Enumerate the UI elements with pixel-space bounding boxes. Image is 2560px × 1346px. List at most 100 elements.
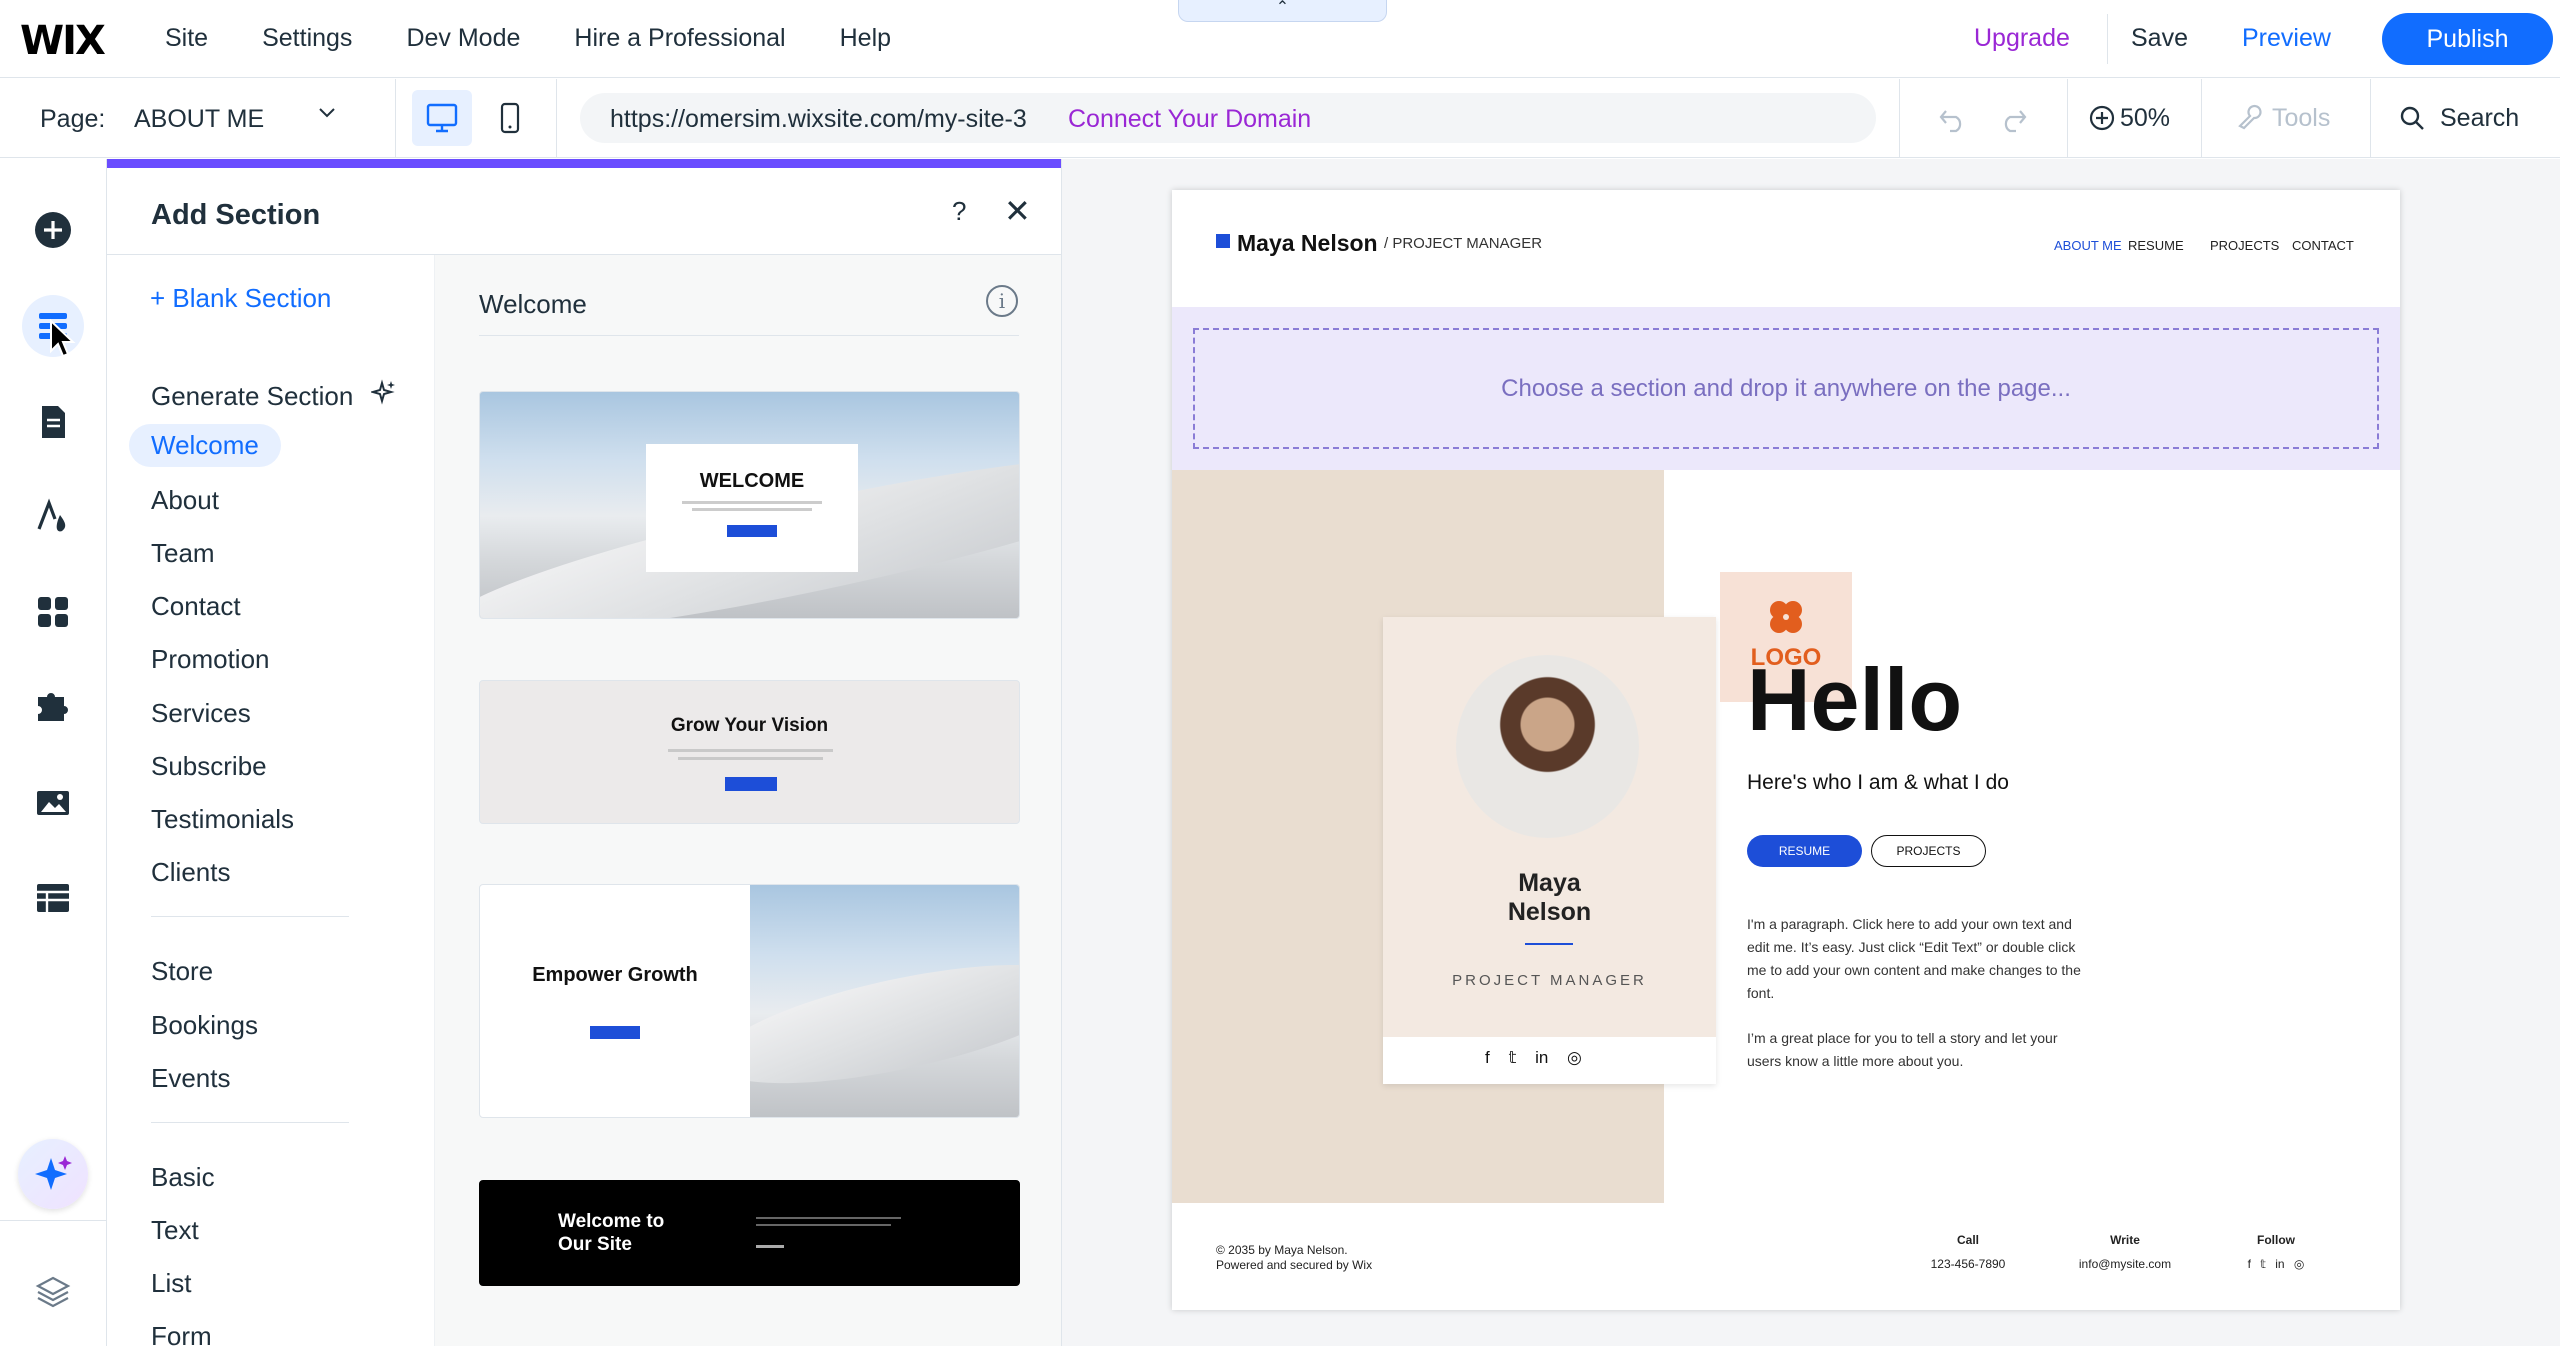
- category-basic[interactable]: Basic: [151, 1162, 215, 1193]
- category-testimonials[interactable]: Testimonials: [151, 804, 294, 835]
- site-nav-resume[interactable]: RESUME: [2128, 238, 2184, 253]
- mobile-icon: [500, 102, 520, 134]
- category-about[interactable]: About: [151, 485, 219, 516]
- page-selector[interactable]: ABOUT ME: [134, 105, 264, 134]
- mouse-cursor-icon: [50, 319, 76, 358]
- site-nav-contact[interactable]: CONTACT: [2292, 238, 2354, 253]
- ai-assistant-button[interactable]: [18, 1139, 88, 1209]
- template-empower-growth[interactable]: Empower Growth: [479, 884, 1020, 1118]
- generate-section-label: Generate Section: [151, 381, 354, 411]
- flower-logo-icon: [1770, 601, 1802, 633]
- editor-toolbar: Page: ABOUT ME https://omersim.wixsite.c…: [0, 79, 2560, 158]
- category-welcome[interactable]: Welcome: [129, 424, 281, 467]
- template-welcome[interactable]: WELCOME: [479, 391, 1020, 619]
- footer-social-icons[interactable]: f 𝕥 in ◎: [2248, 1257, 2305, 1271]
- info-icon[interactable]: i: [986, 285, 1018, 317]
- hero-subheading[interactable]: Here's who I am & what I do: [1747, 771, 2009, 795]
- close-icon[interactable]: ✕: [1004, 192, 1031, 230]
- add-elements-button[interactable]: [22, 199, 84, 261]
- projects-button[interactable]: PROJECTS: [1871, 835, 1986, 867]
- footer-follow-label: Follow: [2257, 1233, 2295, 1247]
- generate-section-button[interactable]: Generate Section: [151, 379, 397, 412]
- category-events[interactable]: Events: [151, 1063, 231, 1094]
- search-icon: [2400, 106, 2424, 130]
- category-list[interactable]: List: [151, 1268, 191, 1299]
- category-team[interactable]: Team: [151, 538, 215, 569]
- paragraph-1[interactable]: I'm a paragraph. Click here to add your …: [1747, 913, 2082, 1005]
- profile-card[interactable]: Maya Nelson PROJECT MANAGER f 𝕥 in ◎: [1383, 617, 1716, 1084]
- mobile-view-button[interactable]: [488, 90, 532, 146]
- site-url-bar[interactable]: https://omersim.wixsite.com/my-site-3 Co…: [580, 93, 1876, 143]
- undo-icon[interactable]: [1936, 101, 1970, 143]
- divider: [2107, 14, 2108, 64]
- preview-button[interactable]: Preview: [2242, 24, 2331, 53]
- category-text[interactable]: Text: [151, 1215, 199, 1246]
- pages-button[interactable]: [22, 391, 84, 453]
- footer-call-value[interactable]: 123-456-7890: [1931, 1257, 2006, 1271]
- category-form[interactable]: Form: [151, 1321, 212, 1346]
- site-page: Maya Nelson / PROJECT MANAGER ABOUT ME R…: [1172, 190, 2400, 1310]
- menu-dev-mode[interactable]: Dev Mode: [406, 24, 520, 53]
- redo-icon[interactable]: [1996, 101, 2030, 143]
- hero-heading[interactable]: Hello: [1747, 650, 1962, 750]
- connect-domain-link[interactable]: Connect Your Domain: [1068, 105, 1311, 134]
- template-text-line: [678, 757, 823, 760]
- template-text-line: [668, 749, 833, 752]
- footer-write-value[interactable]: info@mysite.com: [2079, 1257, 2171, 1271]
- editor-canvas: Maya Nelson / PROJECT MANAGER ABOUT ME R…: [1062, 159, 2560, 1346]
- category-subscribe[interactable]: Subscribe: [151, 751, 267, 782]
- media-button[interactable]: [22, 772, 84, 834]
- collapse-top-bar-button[interactable]: ⌃: [1178, 0, 1387, 22]
- upgrade-link[interactable]: Upgrade: [1974, 24, 2070, 53]
- left-rail: [0, 159, 107, 1346]
- business-apps-button[interactable]: [22, 676, 84, 738]
- zoom-control[interactable]: 50%: [2088, 104, 2170, 133]
- site-nav-about-me[interactable]: ABOUT ME: [2054, 238, 2122, 253]
- publish-button[interactable]: Publish: [2382, 13, 2553, 65]
- site-owner-name[interactable]: Maya Nelson: [1237, 230, 1378, 257]
- menu-help[interactable]: Help: [840, 24, 891, 53]
- template-welcome-to-our-site[interactable]: Welcome to Our Site: [479, 1180, 1020, 1286]
- cms-button[interactable]: [22, 867, 84, 929]
- desktop-view-button[interactable]: [412, 90, 472, 146]
- paragraph-2[interactable]: I’m a great place for you to tell a stor…: [1747, 1027, 2082, 1073]
- media-icon: [37, 791, 69, 815]
- menu-settings[interactable]: Settings: [262, 24, 352, 53]
- section-drop-zone[interactable]: Choose a section and drop it anywhere on…: [1193, 328, 2379, 449]
- category-services[interactable]: Services: [151, 698, 251, 729]
- site-nav-projects[interactable]: PROJECTS: [2210, 238, 2279, 253]
- cms-icon: [37, 884, 69, 912]
- tools-button[interactable]: Tools: [2234, 104, 2330, 133]
- chevron-down-icon[interactable]: [316, 101, 338, 130]
- apps-icon: [38, 597, 68, 627]
- site-design-button[interactable]: [22, 486, 84, 548]
- social-icons[interactable]: f 𝕥 in ◎: [1485, 1048, 1582, 1068]
- search-button[interactable]: Search: [2398, 104, 2519, 133]
- brand-square: [1216, 234, 1230, 248]
- category-contact[interactable]: Contact: [151, 591, 241, 622]
- site-url[interactable]: https://omersim.wixsite.com/my-site-3: [610, 105, 1027, 134]
- zoom-level: 50%: [2120, 104, 2171, 132]
- layers-button[interactable]: [22, 1261, 84, 1323]
- profile-name: Maya Nelson: [1383, 869, 1716, 927]
- site-owner-role[interactable]: / PROJECT MANAGER: [1384, 235, 1542, 252]
- template-card: WELCOME: [646, 444, 858, 572]
- wix-logo[interactable]: WIX: [20, 18, 106, 64]
- category-store[interactable]: Store: [151, 956, 213, 987]
- footer-powered-line[interactable]: Powered and secured by Wix: [1216, 1258, 1372, 1272]
- template-title: Welcome to Our Site: [558, 1211, 665, 1255]
- blank-section-button[interactable]: + Blank Section: [150, 283, 331, 314]
- category-bookings[interactable]: Bookings: [151, 1010, 258, 1041]
- category-clients[interactable]: Clients: [151, 857, 230, 888]
- menu-hire-professional[interactable]: Hire a Professional: [574, 24, 785, 53]
- business-apps-icon: [38, 693, 68, 721]
- sparkle-icon: [370, 379, 395, 405]
- apps-button[interactable]: [22, 581, 84, 643]
- menu-site[interactable]: Site: [165, 24, 208, 53]
- template-grow-your-vision[interactable]: Grow Your Vision: [479, 680, 1020, 824]
- resume-button[interactable]: RESUME: [1747, 835, 1862, 867]
- help-icon[interactable]: ?: [952, 196, 966, 227]
- footer-copyright: © 2035 by Maya Nelson. Powered and secur…: [1216, 1243, 1372, 1273]
- category-promotion[interactable]: Promotion: [151, 644, 270, 675]
- save-button[interactable]: Save: [2131, 24, 2188, 53]
